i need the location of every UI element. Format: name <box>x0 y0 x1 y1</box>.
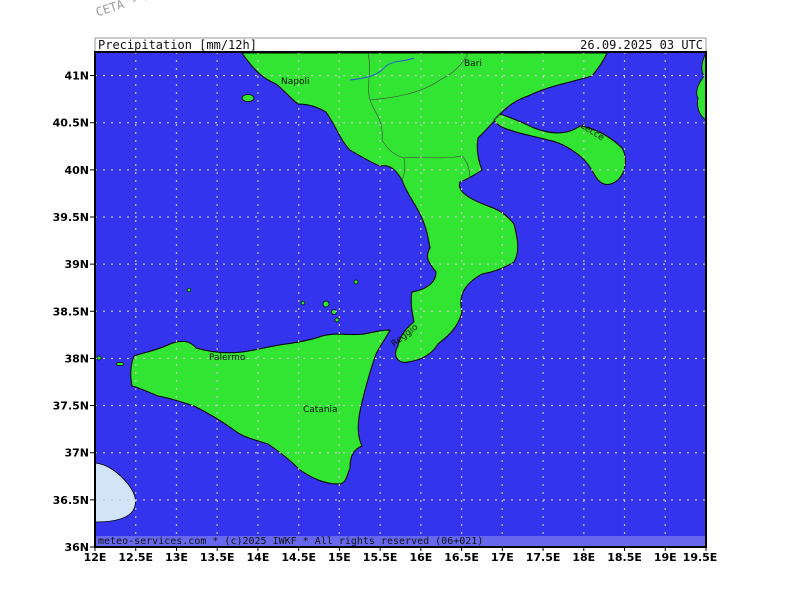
lat-tick-label: 36.5N <box>53 494 89 507</box>
island-egadi-1 <box>96 355 102 361</box>
island-aeolian-4 <box>331 309 337 315</box>
lon-tick-label: 18E <box>572 551 595 564</box>
lon-tick-label: 16.5E <box>444 551 479 564</box>
lat-tick-label: 39.5N <box>53 211 89 224</box>
lat-tick-label: 39N <box>64 258 89 271</box>
island-aeolian-1 <box>353 279 359 285</box>
lon-tick-label: 13E <box>165 551 188 564</box>
island-egadi-2 <box>115 362 125 366</box>
lon-tick-label: 16E <box>409 551 432 564</box>
copyright-footer: meteo-services.com * (c)2025 IWKF * All … <box>98 536 483 547</box>
lon-tick-label: 14E <box>247 551 270 564</box>
lat-tick-label: 37.5N <box>53 400 89 413</box>
latitude-axis: 41N 40.5N 40N 39.5N 39N 38.5N 38N 37.5N 37N 36.5N… <box>53 70 95 554</box>
island-aeolian-5 <box>334 317 340 323</box>
lon-tick-label: 17.5E <box>526 551 561 564</box>
lon-tick-label: 14.5E <box>281 551 316 564</box>
lat-tick-label: 40.5N <box>53 117 89 130</box>
lon-tick-label: 12.5E <box>118 551 153 564</box>
map-title: Precipitation [mm/12h] <box>98 38 257 52</box>
lon-tick-label: 17E <box>491 551 514 564</box>
island-ischia <box>241 94 255 102</box>
lat-tick-label: 38.5N <box>53 305 89 318</box>
city-label-palermo: Palermo <box>209 353 246 363</box>
island-aeolian-2 <box>300 300 306 306</box>
lon-tick-label: 15.5E <box>363 551 398 564</box>
lon-tick-label: 19.5E <box>683 551 718 564</box>
map-timestamp: 26.09.2025 03 UTC <box>580 38 703 52</box>
island-aeolian-3 <box>322 300 330 308</box>
lon-tick-label: 13.5E <box>200 551 235 564</box>
lon-tick-label: 15E <box>328 551 351 564</box>
lat-tick-label: 38N <box>64 352 89 365</box>
lon-tick-label: 19E <box>654 551 677 564</box>
longitude-axis: 12E 12.5E 13E 13.5E 14E 14.5E 15E 15.5E 16E 16.5E… <box>84 547 718 564</box>
precipitation-map: Precipitation [mm/12h] 26.09.2025 03 UTC… <box>53 37 718 564</box>
lat-tick-label: 37N <box>64 447 89 460</box>
city-label-napoli: Napoli <box>281 77 309 87</box>
lat-tick-label: 40N <box>64 164 89 177</box>
lon-tick-label: 18.5E <box>607 551 642 564</box>
lon-tick-label: 12E <box>84 551 107 564</box>
city-label-bari: Bari <box>464 59 482 69</box>
island-ustica <box>186 287 192 293</box>
city-label-catania: Catania <box>303 405 338 415</box>
lat-tick-label: 41N <box>64 70 89 83</box>
